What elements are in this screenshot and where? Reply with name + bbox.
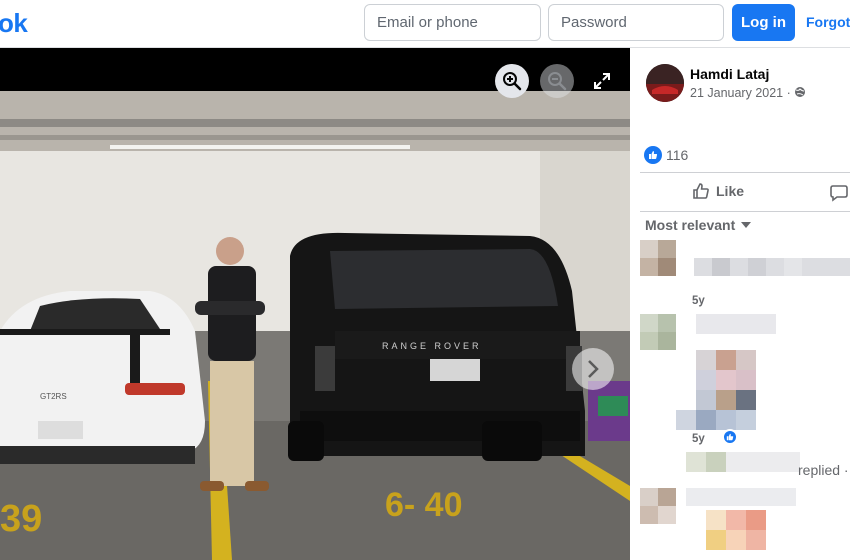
- comment-icon: [830, 185, 848, 202]
- zoom-in-button[interactable]: [495, 64, 529, 98]
- comment-sort-dropdown[interactable]: Most relevant: [645, 217, 752, 233]
- thumbs-up-icon: [649, 151, 658, 159]
- post-date-text: 21 January 2021 ·: [690, 86, 791, 100]
- reaction-count[interactable]: 116: [666, 147, 688, 163]
- avatar-image: [646, 64, 684, 102]
- password-placeholder: Password: [561, 14, 627, 31]
- post-photo: 39 6- 40 GT2RS RANGE ROVER: [0, 91, 630, 560]
- porsche-badge: GT2RS: [40, 392, 67, 401]
- comment-button[interactable]: [830, 184, 848, 207]
- sort-label: Most relevant: [645, 217, 736, 233]
- comment-1-time[interactable]: 5y: [692, 295, 705, 307]
- password-field[interactable]: Password: [548, 4, 724, 41]
- thumbs-up-outline-icon: [693, 183, 709, 199]
- comment-1-content-blurred: [640, 240, 850, 284]
- photo-viewer: 39 6- 40 GT2RS RANGE ROVER: [0, 48, 630, 560]
- chevron-right-icon: [588, 360, 599, 378]
- like-button-label: Like: [716, 183, 745, 199]
- like-button[interactable]: Like: [692, 182, 744, 200]
- fullscreen-button[interactable]: [585, 64, 619, 98]
- range-rover-badge: RANGE ROVER: [382, 341, 482, 351]
- comment-2-time[interactable]: 5y: [692, 433, 705, 445]
- next-photo-button[interactable]: [572, 348, 614, 390]
- forgot-link[interactable]: Forgot: [806, 14, 850, 30]
- thumbs-up-icon: [726, 433, 734, 441]
- email-placeholder: Email or phone: [377, 14, 478, 31]
- comment-2-like-reaction-icon[interactable]: [722, 429, 738, 445]
- spot-number-left: 39: [0, 498, 42, 540]
- comment-2-content-blurred: [640, 314, 780, 434]
- replied-label[interactable]: replied ·: [798, 462, 849, 478]
- top-bar: ok Email or phone Password Log in Forgot: [0, 0, 850, 48]
- facebook-logo[interactable]: ok: [0, 8, 28, 39]
- zoom-out-icon: [548, 72, 567, 91]
- divider: [640, 172, 850, 173]
- avatar[interactable]: [646, 64, 684, 102]
- reply-content-blurred: [640, 452, 800, 560]
- zoom-out-button[interactable]: [540, 64, 574, 98]
- globe-icon: [795, 87, 806, 97]
- caret-down-icon: [741, 222, 752, 228]
- email-field[interactable]: Email or phone: [364, 4, 541, 41]
- post-author[interactable]: Hamdi Lataj: [690, 66, 769, 82]
- divider: [640, 211, 850, 212]
- login-button[interactable]: Log in: [732, 4, 795, 41]
- post-date[interactable]: 21 January 2021 ·: [690, 86, 806, 100]
- post-panel: Hamdi Lataj 21 January 2021 · 116 Like M…: [630, 48, 850, 560]
- expand-icon: [594, 73, 610, 89]
- zoom-in-icon: [503, 72, 522, 91]
- like-reaction-icon[interactable]: [644, 146, 662, 164]
- spot-number-right: 6- 40: [385, 486, 463, 524]
